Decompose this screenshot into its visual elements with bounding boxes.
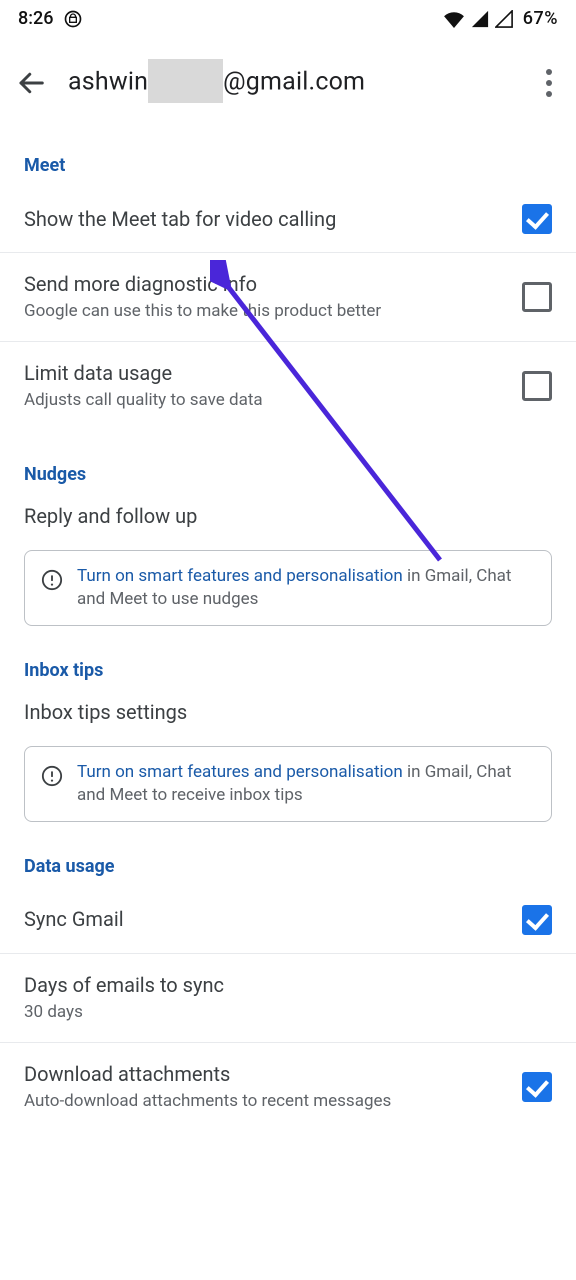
status-time: 8:26 — [18, 8, 53, 29]
section-header-meet: Meet — [0, 121, 576, 186]
setting-days-sync[interactable]: Days of emails to sync 30 days — [0, 954, 576, 1042]
setting-label: Show the Meet tab for video calling — [24, 206, 506, 233]
setting-sublabel: Google can use this to make this product… — [24, 300, 506, 323]
setting-diagnostic-info[interactable]: Send more diagnostic info Google can use… — [0, 253, 576, 341]
notice-text: Turn on smart features and personalisati… — [77, 761, 535, 807]
setting-sync-gmail[interactable]: Sync Gmail — [0, 887, 576, 953]
notice-link[interactable]: Turn on smart features and personalisati… — [77, 762, 403, 782]
section-header-inbox-tips: Inbox tips — [0, 626, 576, 691]
section-header-nudges: Nudges — [0, 430, 576, 495]
status-bar: 8:26 67% — [0, 0, 576, 33]
notice-inbox-tips[interactable]: Turn on smart features and personalisati… — [24, 746, 552, 822]
notice-text: Turn on smart features and personalisati… — [77, 565, 535, 611]
setting-label: Reply and follow up — [24, 503, 552, 530]
setting-label: Send more diagnostic info — [24, 271, 506, 298]
account-suffix: @gmail.com — [223, 68, 365, 97]
checkbox-limit-data[interactable] — [522, 371, 552, 401]
setting-label: Sync Gmail — [24, 906, 506, 933]
app-bar: ashwin @gmail.com — [0, 33, 576, 121]
setting-download-attachments[interactable]: Download attachments Auto-download attac… — [0, 1043, 576, 1131]
setting-label: Inbox tips settings — [24, 699, 552, 726]
signal-icon-2 — [495, 10, 513, 28]
setting-inbox-tips[interactable]: Inbox tips settings — [0, 691, 576, 734]
setting-sublabel: Auto-download attachments to recent mess… — [24, 1090, 506, 1113]
info-icon — [41, 569, 63, 591]
setting-show-meet-tab[interactable]: Show the Meet tab for video calling — [0, 186, 576, 252]
setting-label: Days of emails to sync — [24, 972, 552, 999]
notice-link[interactable]: Turn on smart features and personalisati… — [77, 566, 403, 586]
checkbox-download-attachments[interactable] — [522, 1072, 552, 1102]
setting-limit-data[interactable]: Limit data usage Adjusts call quality to… — [0, 342, 576, 430]
signal-icon-1 — [471, 10, 489, 28]
account-title: ashwin @gmail.com — [68, 61, 516, 105]
info-icon — [41, 765, 63, 787]
more-menu-icon[interactable] — [538, 61, 560, 105]
checkbox-show-meet-tab[interactable] — [522, 204, 552, 234]
setting-label: Limit data usage — [24, 360, 506, 387]
section-header-data-usage: Data usage — [0, 822, 576, 887]
redacted-block — [148, 59, 223, 103]
account-prefix: ashwin — [68, 68, 148, 97]
rotation-lock-icon — [63, 9, 83, 29]
wifi-icon — [443, 10, 465, 28]
back-arrow-icon[interactable] — [16, 68, 46, 98]
checkbox-sync-gmail[interactable] — [522, 905, 552, 935]
setting-sublabel: 30 days — [24, 1001, 552, 1024]
checkbox-diagnostic[interactable] — [522, 282, 552, 312]
setting-sublabel: Adjusts call quality to save data — [24, 389, 506, 412]
notice-nudges[interactable]: Turn on smart features and personalisati… — [24, 550, 552, 626]
setting-reply-follow[interactable]: Reply and follow up — [0, 495, 576, 538]
battery-percentage: 67% — [523, 8, 558, 29]
setting-label: Download attachments — [24, 1061, 506, 1088]
